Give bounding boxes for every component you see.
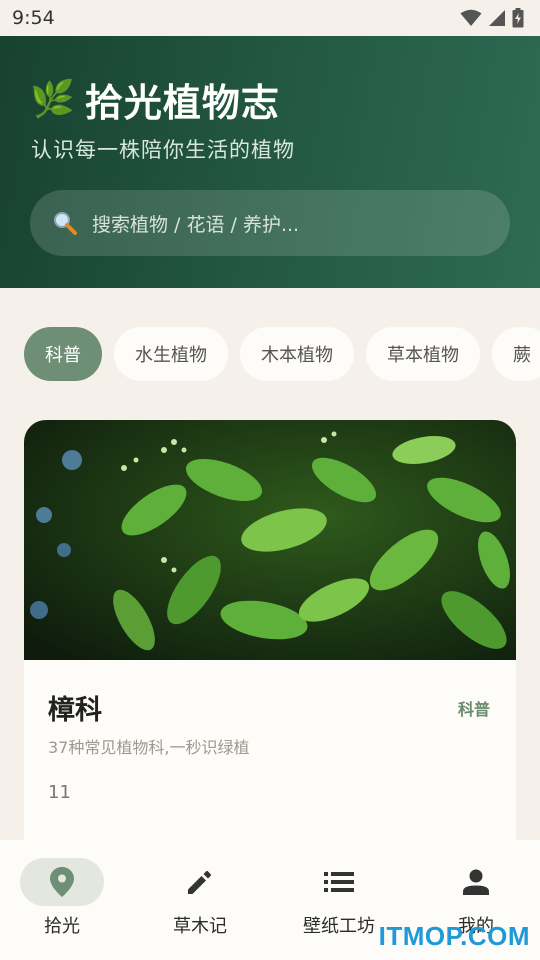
- nav-item-shiguang[interactable]: 拾光: [0, 858, 130, 948]
- search-bar[interactable]: 搜索植物 / 花语 / 养护...: [30, 190, 510, 256]
- pencil-icon: [188, 870, 212, 894]
- chip-woody-plants[interactable]: 木本植物: [240, 327, 354, 381]
- chip-label: 木本植物: [261, 345, 333, 366]
- nav-label: 拾光: [44, 916, 80, 937]
- app-title: 🌿 拾光植物志: [30, 72, 280, 127]
- category-chips: 科普 水生植物 木本植物 草本植物 蕨: [24, 327, 540, 381]
- battery-charging-icon: [512, 8, 524, 28]
- card-description: 37种常见植物科,一秒识绿植: [48, 738, 250, 757]
- leaf-icon: 🌿: [30, 78, 75, 120]
- signal-icon: [489, 10, 505, 26]
- status-time: 9:54: [12, 7, 55, 29]
- status-bar: 9:54: [0, 0, 540, 36]
- chip-label: 科普: [45, 345, 81, 366]
- header-banner: 🌿 拾光植物志 认识每一株陪你生活的植物 搜索植物 / 花语 / 养护...: [0, 36, 540, 288]
- nav-label: 草木记: [173, 916, 227, 937]
- nav-icon-container: [434, 858, 518, 906]
- chip-ferns[interactable]: 蕨: [492, 327, 540, 381]
- app-title-text: 拾光植物志: [84, 81, 280, 125]
- chip-herbaceous-plants[interactable]: 草本植物: [366, 327, 480, 381]
- nav-icon-container: [158, 858, 242, 906]
- chip-aquatic-plants[interactable]: 水生植物: [114, 327, 228, 381]
- list-icon: [324, 872, 354, 892]
- nav-icon-container: [297, 858, 381, 906]
- watermark: ITMOP.COM: [378, 921, 530, 951]
- nav-icon-container: [20, 858, 104, 906]
- camphor-leaves-photo: [24, 420, 516, 660]
- status-icons: [460, 8, 524, 28]
- person-icon: [463, 869, 489, 895]
- card-count: 11: [48, 782, 71, 803]
- chip-label: 蕨: [513, 345, 531, 366]
- wifi-icon: [460, 9, 482, 26]
- nav-label: 壁纸工坊: [303, 916, 375, 937]
- search-placeholder: 搜索植物 / 花语 / 养护...: [92, 213, 300, 236]
- plant-family-card[interactable]: 樟科 科普 37种常见植物科,一秒识绿植 11: [24, 420, 516, 860]
- chip-label: 水生植物: [135, 345, 207, 366]
- card-title: 樟科: [48, 695, 102, 726]
- location-pin-icon: [50, 867, 74, 897]
- nav-item-caomuji[interactable]: 草木记: [132, 858, 268, 948]
- search-icon: [54, 212, 77, 235]
- card-category-badge: 科普: [457, 700, 490, 719]
- chip-label: 草本植物: [387, 345, 459, 366]
- chip-science[interactable]: 科普: [24, 327, 102, 381]
- app-subtitle: 认识每一株陪你生活的植物: [31, 138, 295, 162]
